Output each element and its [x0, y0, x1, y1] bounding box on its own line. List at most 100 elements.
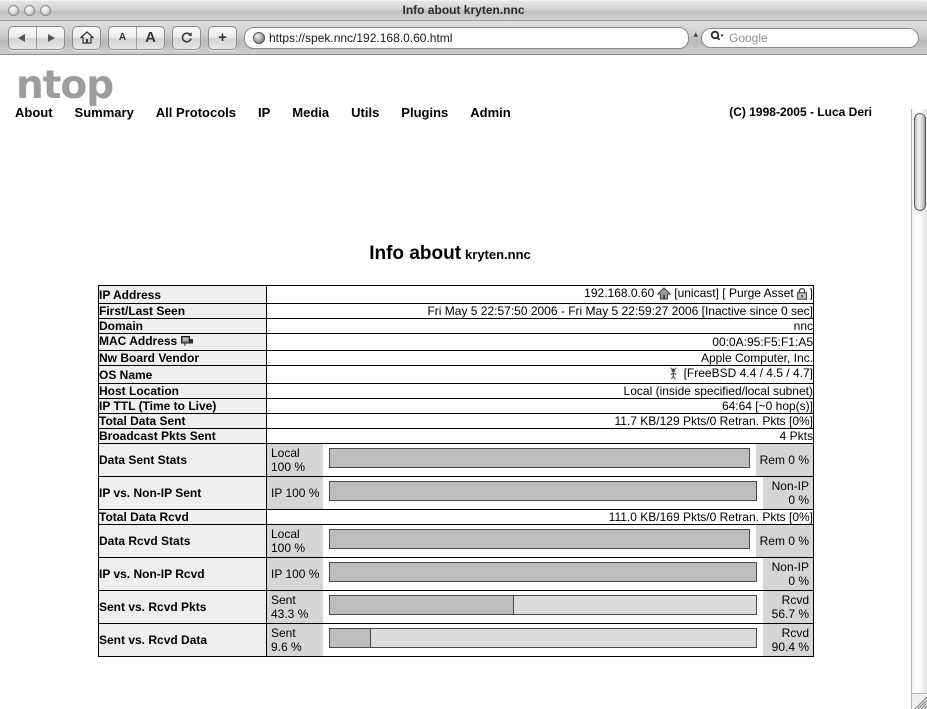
network-card-icon[interactable] [181, 336, 194, 350]
page-content-area: ntop About Summary All Protocols IP Medi… [0, 55, 927, 709]
table-row: Nw Board Vendor Apple Computer, Inc. [98, 350, 814, 366]
nav-item-utils[interactable]: Utils [351, 105, 379, 120]
bar-right-line1: Non-IP [771, 560, 809, 574]
percentage-bar: Sent 43.3 % Rcvd 56.7 % [267, 591, 813, 623]
nav-item-ip[interactable]: IP [258, 105, 270, 120]
forward-button[interactable] [36, 26, 64, 49]
bar-right-label: Non-IP 0 % [763, 558, 813, 590]
bar-fill [330, 482, 756, 500]
row-label-ip-vs-nonip-sent: IP vs. Non-IP Sent [98, 476, 267, 510]
bar-track [329, 448, 750, 468]
row-value-sent-vs-rcvd-data: Sent 9.6 % Rcvd 90.4 % [266, 623, 814, 657]
row-label-mac-address: MAC Address [98, 333, 267, 351]
address-bar[interactable]: https://spek.nnc/192.168.0.60.html [244, 26, 690, 49]
bar-fill [330, 596, 515, 614]
table-row: Total Data Rcvd 111.0 KB/169 Pkts/0 Retr… [98, 509, 814, 525]
ntop-page: ntop About Summary All Protocols IP Medi… [0, 55, 900, 709]
search-field[interactable]: Google [701, 27, 919, 48]
nav-item-about[interactable]: About [15, 105, 53, 120]
row-label-ip-address: IP Address [98, 285, 267, 304]
window-titlebar[interactable]: Info about kryten.nnc [0, 0, 927, 21]
bar-track [329, 562, 757, 582]
row-label-first-last-seen: First/Last Seen [98, 303, 267, 319]
bar-left-label: IP 100 % [267, 558, 324, 590]
text-smaller-button[interactable]: A [109, 27, 136, 49]
ntop-logo[interactable]: ntop [16, 63, 114, 108]
bar-track [329, 529, 750, 549]
bar-left-line1: IP 100 % [271, 567, 320, 581]
row-label-sent-vs-rcvd-pkts: Sent vs. Rcvd Pkts [98, 590, 267, 624]
navigation-button-group [8, 25, 65, 50]
bar-right-line2: 90.4 % [771, 640, 809, 654]
nav-item-media[interactable]: Media [292, 105, 329, 120]
percentage-bar: IP 100 % Non-IP 0 % [267, 558, 813, 590]
row-value-data-sent-stats: Local 100 % Rem 0 % [266, 443, 814, 477]
table-row: IP TTL (Time to Live) 64:64 [~0 hop(s)] [98, 398, 814, 414]
table-row: OS Name [FreeBSD 4.4 / 4.5 / 4.7] [98, 365, 814, 384]
table-row: Broadcast Pkts Sent 4 Pkts [98, 428, 814, 444]
bar-fill [330, 563, 756, 581]
ip-address-suffix: ] [809, 286, 813, 300]
bar-right-line1: Rcvd [781, 593, 809, 607]
table-row: Data Rcvd Stats Local 100 % Rem 0 % [98, 524, 814, 558]
bar-fill [330, 629, 371, 647]
bar-right-line1: Rcvd [781, 626, 809, 640]
bar-right-label: Rem 0 % [755, 444, 813, 476]
bar-right-line1: Rem 0 % [759, 534, 809, 548]
mac-address-label-text: MAC Address [99, 334, 178, 348]
scrollbar-thumb[interactable] [914, 113, 926, 211]
row-value-broadcast-pkts-sent: 4 Pkts [266, 428, 814, 444]
text-smaller-label: A [118, 32, 127, 43]
table-row: Sent vs. Rcvd Pkts Sent 43.3 % Rcvd 56.7… [98, 590, 814, 624]
nav-item-plugins[interactable]: Plugins [401, 105, 448, 120]
text-larger-button[interactable]: A [136, 26, 164, 49]
home-button[interactable] [73, 27, 100, 49]
table-row: Domain nnc [98, 318, 814, 334]
bar-left-label: Local 100 % [267, 444, 323, 476]
table-row: Sent vs. Rcvd Data Sent 9.6 % Rcvd 90.4 … [98, 623, 814, 657]
host-info-table: IP Address 192.168.0.60 [unicast] [ Purg… [98, 285, 814, 657]
back-arrow-icon [17, 33, 28, 43]
bar-left-label: Local 100 % [267, 525, 323, 557]
vertical-scrollbar[interactable] [911, 109, 927, 709]
row-label-data-sent-stats: Data Sent Stats [98, 443, 267, 477]
bar-fill [330, 530, 749, 548]
reload-button[interactable] [173, 27, 200, 49]
window-title: Info about kryten.nnc [402, 3, 525, 17]
bsd-daemon-icon [667, 367, 680, 383]
lock-icon[interactable] [796, 287, 808, 303]
table-row: IP vs. Non-IP Sent IP 100 % Non-IP 0 % [98, 476, 814, 510]
row-label-ip-vs-nonip-rcvd: IP vs. Non-IP Rcvd [98, 557, 267, 591]
text-larger-label: A [145, 29, 156, 46]
bar-left-line1: Sent [271, 593, 296, 607]
bar-left-label: Sent 9.6 % [267, 624, 323, 656]
table-row: IP Address 192.168.0.60 [unicast] [ Purg… [98, 285, 814, 304]
bar-right-line1: Rem 0 % [759, 453, 809, 467]
row-value-nw-board-vendor: Apple Computer, Inc. [266, 350, 814, 366]
back-button[interactable] [9, 27, 36, 49]
row-label-ip-ttl: IP TTL (Time to Live) [98, 398, 267, 414]
table-row: Total Data Sent 11.7 KB/129 Pkts/0 Retra… [98, 413, 814, 429]
browser-window: Info about kryten.nnc A A + https://spek… [0, 0, 927, 709]
percentage-bar: Sent 9.6 % Rcvd 90.4 % [267, 624, 813, 656]
toolbar-overflow-caret[interactable]: ▴ [693, 29, 698, 40]
search-icon [710, 29, 724, 47]
bar-left-line1: Local [271, 446, 300, 460]
browser-toolbar: A A + https://spek.nnc/192.168.0.60.html… [0, 21, 927, 55]
percentage-bar: IP 100 % Non-IP 0 % [267, 477, 813, 509]
add-bookmark-button[interactable]: + [209, 27, 236, 49]
row-label-host-location: Host Location [98, 383, 267, 399]
page-title-host: kryten.nnc [465, 247, 531, 262]
bar-left-line1: Local [271, 527, 300, 541]
table-row: Host Location Local (inside specified/lo… [98, 383, 814, 399]
nav-item-all-protocols[interactable]: All Protocols [156, 105, 236, 120]
row-value-ip-address: 192.168.0.60 [unicast] [ Purge Asset] [266, 285, 814, 304]
nav-item-admin[interactable]: Admin [470, 105, 510, 120]
nav-item-summary[interactable]: Summary [75, 105, 134, 120]
row-value-total-data-sent: 11.7 KB/129 Pkts/0 Retran. Pkts [0%] [266, 413, 814, 429]
row-label-nw-board-vendor: Nw Board Vendor [98, 350, 267, 366]
row-value-ip-vs-nonip-sent: IP 100 % Non-IP 0 % [266, 476, 814, 510]
bar-left-line2: 43.3 % [271, 607, 309, 621]
table-row: Data Sent Stats Local 100 % Rem 0 % [98, 443, 814, 477]
window-resize-grip[interactable] [911, 693, 927, 709]
